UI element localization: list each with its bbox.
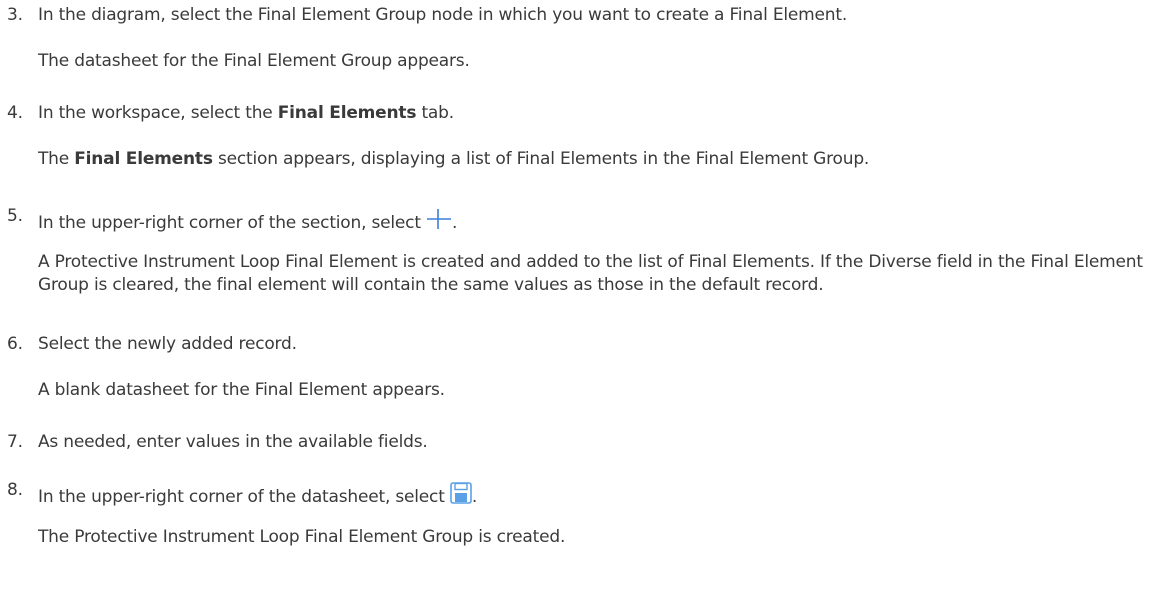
- result-text: The: [38, 149, 75, 169]
- instruction-text: In the upper-right corner of the section…: [38, 213, 426, 233]
- step-instruction: In the upper-right corner of the section…: [38, 206, 457, 233]
- step-number: 4.: [7, 103, 23, 123]
- plus-icon: [426, 208, 452, 230]
- step-instruction: In the upper-right corner of the datashe…: [38, 480, 477, 507]
- step-result: The datasheet for the Final Element Grou…: [38, 51, 470, 71]
- step-number: 8.: [7, 480, 23, 500]
- step-number: 5.: [7, 206, 23, 226]
- step-result: A blank datasheet for the Final Element …: [38, 380, 445, 400]
- ui-label-final-elements: Final Elements: [74, 149, 213, 169]
- step-result: A Protective Instrument Loop Final Eleme…: [38, 252, 1143, 295]
- step-instruction: Select the newly added record.: [38, 334, 297, 354]
- step-instruction: In the diagram, select the Final Element…: [38, 5, 848, 25]
- step-number: 7.: [7, 432, 23, 452]
- step-instruction: As needed, enter values in the available…: [38, 432, 428, 452]
- save-icon: [450, 482, 472, 504]
- instruction-text: In the upper-right corner of the datashe…: [38, 487, 450, 507]
- instruction-text: .: [452, 213, 458, 233]
- step-number: 6.: [7, 334, 23, 354]
- ui-label-final-elements: Final Elements: [277, 103, 417, 123]
- instruction-text: In the workspace, select the: [38, 103, 278, 123]
- step-result: The Final Elements section appears, disp…: [38, 149, 869, 169]
- instruction-text: .: [471, 487, 478, 507]
- step-number: 3.: [7, 5, 23, 25]
- instruction-text: tab.: [416, 103, 454, 123]
- result-text: section appears, displaying a list of Fi…: [212, 149, 870, 169]
- step-instruction: In the workspace, select the Final Eleme…: [38, 103, 454, 123]
- step-result: The Protective Instrument Loop Final Ele…: [38, 527, 566, 547]
